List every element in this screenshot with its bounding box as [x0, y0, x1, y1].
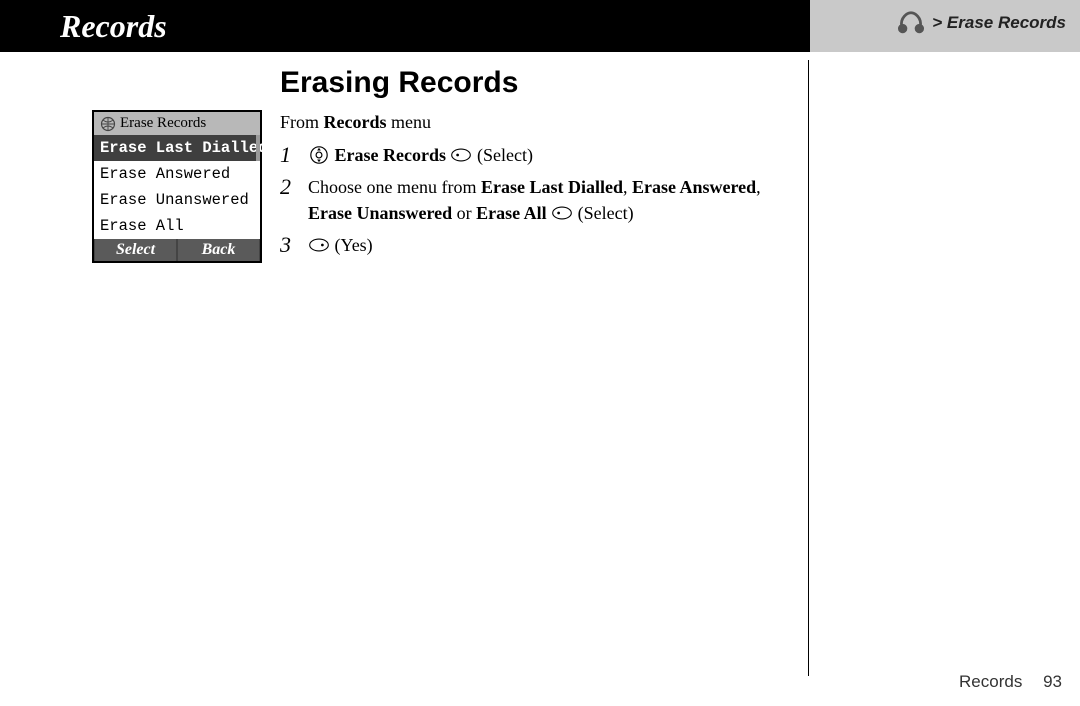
breadcrumb-strip: > Erase Records	[810, 0, 1080, 52]
phone-screen-title: Erase Records	[94, 112, 260, 135]
menu-item-erase-answered[interactable]: Erase Answered	[94, 161, 260, 187]
nav-key-icon	[308, 145, 330, 165]
menu-item-erase-last-dialled[interactable]: Erase Last Dialled	[94, 135, 260, 161]
softkey-select[interactable]: Select	[95, 239, 176, 261]
menu-item-erase-unanswered[interactable]: Erase Unanswered	[94, 187, 260, 213]
breadcrumb-text: > Erase Records	[932, 13, 1066, 33]
page-number: 93	[1043, 672, 1062, 691]
step-3: 3 (Yes)	[280, 232, 790, 258]
softkey-bar: Select Back	[94, 239, 260, 261]
headphones-icon	[896, 10, 926, 36]
breadcrumb: > Erase Records	[896, 10, 1066, 36]
steps-list: 1 Erase Records (Select) 2 Choose one me…	[280, 136, 790, 264]
softkey-back[interactable]: Back	[178, 239, 259, 261]
intro-line: From Records menu	[280, 112, 431, 133]
step-1: 1 Erase Records (Select)	[280, 142, 790, 168]
softkey-icon	[551, 203, 573, 223]
page-heading: Erasing Records	[280, 66, 518, 100]
footer: Records 93	[959, 672, 1062, 692]
chapter-title: Records	[60, 8, 167, 44]
globe-icon	[100, 116, 116, 132]
menu-item-erase-all[interactable]: Erase All	[94, 213, 260, 239]
column-divider	[808, 60, 809, 676]
chapter-title-bar: Records	[0, 0, 810, 52]
softkey-icon	[450, 145, 472, 165]
footer-section: Records	[959, 672, 1022, 691]
content-area: Erasing Records From Records menu Erase …	[0, 52, 810, 706]
softkey-right-icon	[308, 235, 330, 255]
step-2: 2 Choose one menu from Erase Last Dialle…	[280, 174, 790, 226]
phone-screen: Erase Records Erase Last Dialled Erase A…	[92, 110, 262, 263]
